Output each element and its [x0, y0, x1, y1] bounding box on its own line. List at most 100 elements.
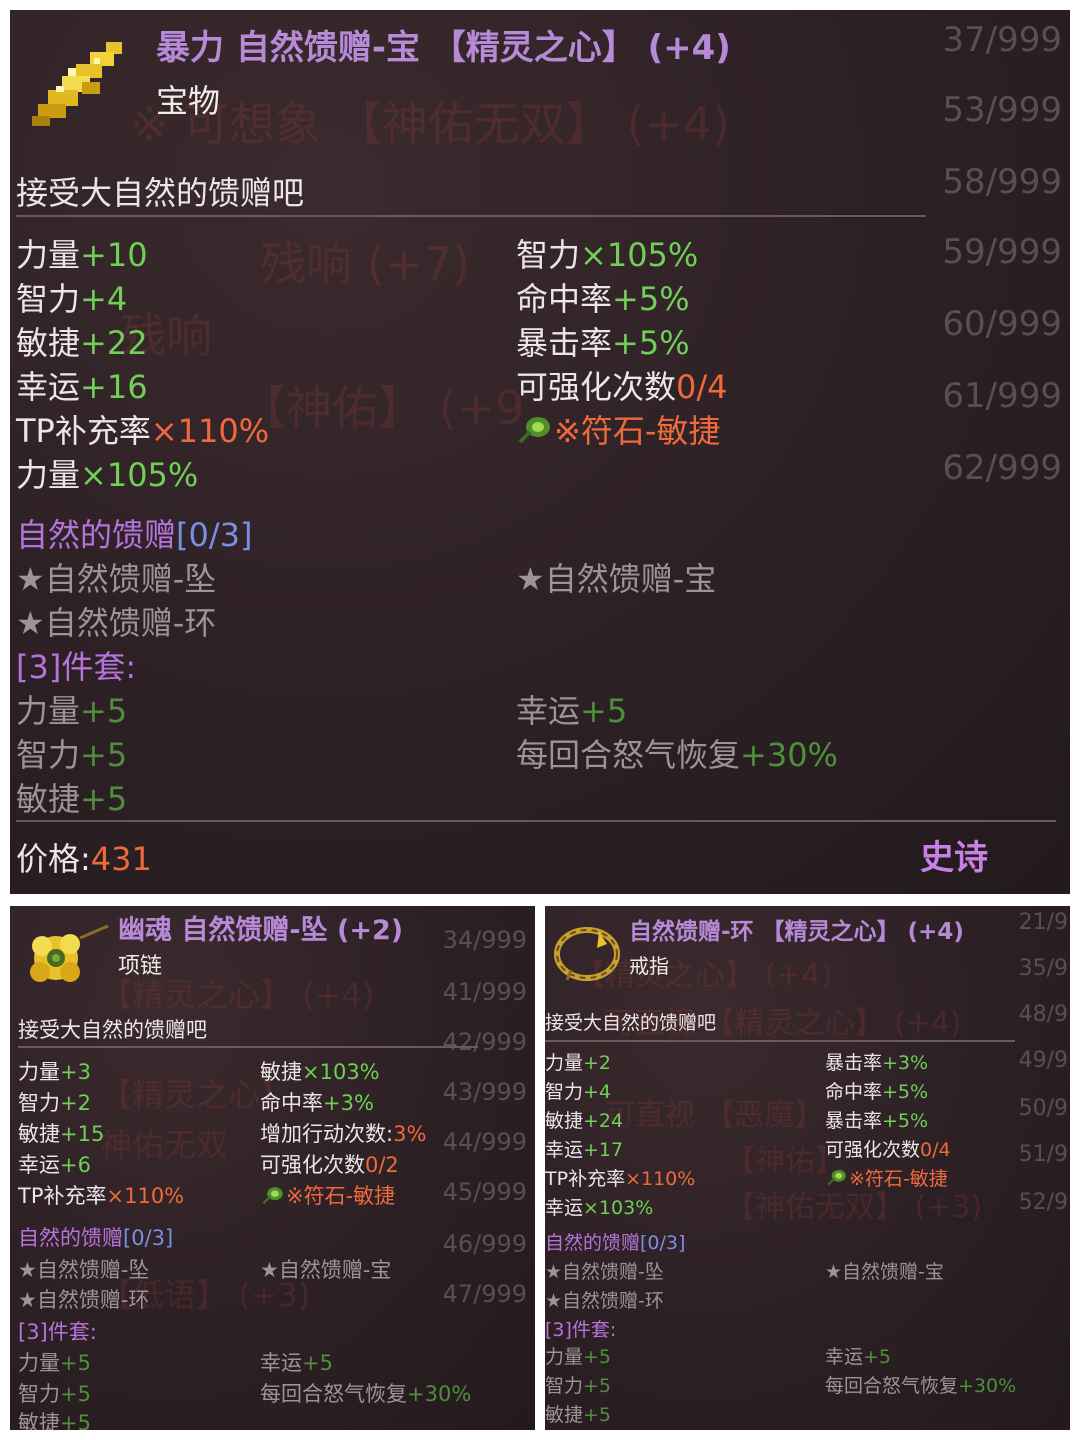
bg-count: 48/9: [1018, 1002, 1068, 1027]
golden-flower-icon: [20, 918, 110, 992]
stat-line: 暴击率+5%: [825, 1110, 929, 1132]
stat-line: 命中率+5%: [825, 1081, 929, 1103]
bg-count: 61/999: [942, 376, 1062, 416]
set-bonus-line: 智力+5: [18, 1382, 91, 1406]
stat-line: 智力+4: [16, 280, 128, 318]
enhance-count: 可强化次数0/4: [825, 1139, 951, 1161]
item-description: 接受大自然的馈赠吧: [16, 174, 305, 212]
set-bonus-line: 敏捷+5: [545, 1404, 612, 1426]
bg-count: 45/999: [442, 1178, 527, 1206]
divider: [545, 1040, 1015, 1042]
set-item: ★自然馈赠-宝: [260, 1258, 392, 1282]
set-bonus-line: 敏捷+5: [18, 1411, 91, 1430]
stat-line: 暴击率+3%: [825, 1052, 929, 1074]
bg-text: 残响 (+7): [260, 237, 471, 291]
bg-count: 52/9: [1018, 1190, 1068, 1215]
rune-slot[interactable]: ※符石-敏捷: [260, 1180, 395, 1211]
bg-count: 46/999: [442, 1230, 527, 1258]
stat-line: 敏捷+15: [18, 1122, 105, 1146]
divider: [16, 215, 926, 217]
set-bonus-label: [3]件套:: [16, 648, 137, 686]
item-tooltip-ring: 【精灵之心】 (+4) 可直视 【精灵之心】 (+4) 可直视 【恶魔】 【神佑…: [545, 906, 1070, 1430]
set-bonus-line: 敏捷+5: [16, 780, 128, 818]
vine-ring-icon: [549, 918, 625, 988]
set-name: 自然的馈赠[0/3]: [16, 516, 253, 554]
bg-count: 49/9: [1018, 1048, 1068, 1073]
set-item: ★自然馈赠-环: [18, 1288, 150, 1312]
bg-count: 59/999: [942, 232, 1062, 272]
stat-line: TP补充率×110%: [18, 1184, 185, 1208]
item-title: 自然馈赠-环 【精灵之心】 (+4): [629, 919, 964, 945]
stat-line: 智力+2: [18, 1091, 91, 1115]
bg-count: 21/9: [1018, 910, 1068, 935]
bg-count: 44/999: [442, 1128, 527, 1156]
rune-slot[interactable]: ※符石-敏捷: [825, 1164, 948, 1192]
set-bonus-line: 幸运+5: [825, 1346, 892, 1368]
enhance-count: 可强化次数0/4: [516, 368, 728, 406]
golden-branch-icon: [28, 38, 132, 130]
stat-line: 力量+2: [545, 1052, 612, 1074]
rune-icon: [825, 1167, 849, 1192]
stat-line: 增加行动次数:3%: [260, 1122, 427, 1146]
stat-line: 力量+3: [18, 1060, 91, 1084]
bg-text: 可直视 【恶魔】: [605, 1098, 825, 1133]
set-bonus-label: [3]件套:: [18, 1320, 97, 1344]
stat-line: 幸运×103%: [545, 1197, 654, 1219]
stat-line: 力量+10: [16, 236, 148, 274]
stat-line: 智力×105%: [516, 236, 699, 274]
stat-line: 幸运+16: [16, 368, 148, 406]
stat-line: 敏捷+22: [16, 324, 148, 362]
item-type: 戒指: [629, 954, 669, 978]
stat-line: TP补充率×110%: [16, 412, 270, 450]
item-description: 接受大自然的馈赠吧: [18, 1018, 207, 1042]
set-bonus-line: 智力+5: [545, 1375, 612, 1397]
rune-slot[interactable]: ※符石-敏捷: [516, 406, 720, 454]
bg-text: 【神佑】 (+9: [240, 381, 525, 435]
stat-line: 幸运+6: [18, 1153, 91, 1177]
stat-line: 暴击率+5%: [516, 324, 690, 362]
set-name: 自然的馈赠[0/3]: [545, 1232, 686, 1254]
set-item: ★自然馈赠-环: [16, 604, 217, 642]
bg-count: 37/999: [942, 20, 1062, 60]
bg-count: 35/9: [1018, 956, 1068, 981]
divider: [16, 820, 1056, 822]
set-item: ★自然馈赠-坠: [545, 1261, 664, 1283]
rune-icon: [260, 1184, 286, 1211]
set-bonus-line: 每回合怒气恢复+30%: [516, 736, 838, 774]
divider: [18, 1046, 478, 1048]
set-bonus-line: 幸运+5: [260, 1351, 333, 1375]
item-title: 幽魂 自然馈赠-坠 (+2): [118, 915, 404, 946]
bg-count: 60/999: [942, 304, 1062, 344]
set-bonus-line: 智力+5: [16, 736, 128, 774]
set-bonus-line: 力量+5: [18, 1351, 91, 1375]
item-type: 宝物: [156, 82, 221, 120]
item-description: 接受大自然的馈赠吧: [545, 1012, 717, 1034]
set-item: ★自然馈赠-宝: [516, 560, 717, 598]
bg-count: 41/999: [442, 978, 527, 1006]
item-type: 项链: [118, 954, 163, 979]
rarity-label: 史诗: [920, 838, 988, 878]
bg-count: 34/999: [442, 926, 527, 954]
bg-count: 47/999: [442, 1280, 527, 1308]
set-item: ★自然馈赠-环: [545, 1290, 664, 1312]
item-title: 暴力 自然馈赠-宝 【精灵之心】 (+4): [156, 28, 731, 68]
bg-count: 62/999: [942, 448, 1062, 488]
stat-line: 幸运+17: [545, 1139, 624, 1161]
stat-line: TP补充率×110%: [545, 1168, 696, 1190]
set-bonus-line: 每回合怒气恢复+30%: [260, 1382, 472, 1406]
bg-text: 神佑无双: [100, 1126, 229, 1164]
item-tooltip-treasure: ※ 可想象 【神佑无双】 (+4) 残响 (+7) 残响 【神佑】 (+9 37…: [10, 10, 1070, 894]
bg-count: 51/9: [1018, 1142, 1068, 1167]
stat-line: 敏捷×103%: [260, 1060, 380, 1084]
bg-count: 50/9: [1018, 1096, 1068, 1121]
bg-count: 43/999: [442, 1078, 527, 1106]
price: 价格:431: [16, 840, 152, 878]
set-item: ★自然馈赠-坠: [18, 1258, 150, 1282]
bg-count: 42/999: [442, 1028, 527, 1056]
set-item: ★自然馈赠-坠: [16, 560, 217, 598]
set-bonus-line: 力量+5: [16, 692, 128, 730]
stat-line: 命中率+5%: [516, 280, 690, 318]
bg-count: 58/999: [942, 162, 1062, 202]
set-bonus-line: 幸运+5: [516, 692, 628, 730]
set-bonus-line: 每回合怒气恢复+30%: [825, 1375, 1017, 1397]
